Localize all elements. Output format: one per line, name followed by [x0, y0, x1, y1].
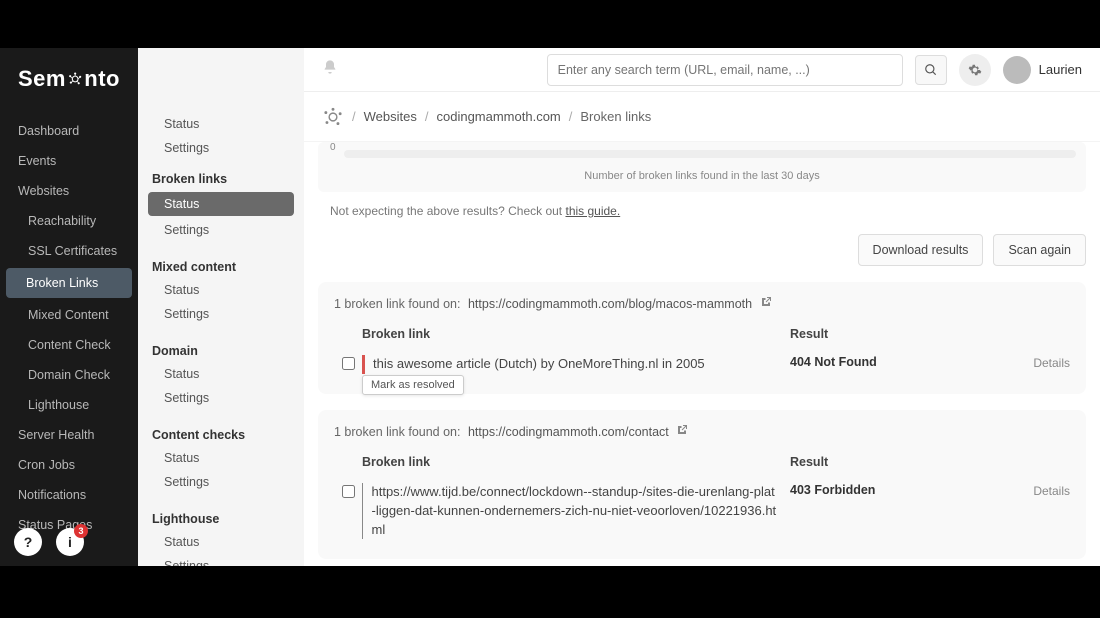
info-badge: 3	[74, 524, 88, 538]
nav-mixed-content[interactable]: Mixed Content	[0, 300, 138, 330]
chart-zero-label: 0	[330, 142, 336, 153]
sn-mixed-settings[interactable]: Settings	[138, 302, 304, 326]
table-row: https://www.tijd.be/connect/lockdown--st…	[334, 477, 1070, 546]
sn-group-brokenlinks: Broken links	[138, 166, 304, 190]
row-link-text[interactable]: https://www.tijd.be/connect/lockdown--st…	[371, 483, 790, 540]
sn-content-status[interactable]: Status	[138, 446, 304, 470]
external-link-icon[interactable]	[760, 297, 772, 311]
th-result: Result	[790, 455, 1010, 469]
nav-cron-jobs[interactable]: Cron Jobs	[0, 450, 138, 480]
bell-icon[interactable]	[322, 59, 338, 80]
scan-again-button[interactable]: Scan again	[993, 234, 1086, 266]
nav-server-health[interactable]: Server Health	[0, 420, 138, 450]
card-url: https://codingmammoth.com/blog/macos-mam…	[468, 297, 752, 311]
row-checkbox[interactable]	[342, 485, 355, 498]
sn-status-top[interactable]: Status	[138, 112, 304, 136]
gear-icon	[968, 63, 982, 77]
nav-reachability[interactable]: Reachability	[0, 206, 138, 236]
sn-group-content: Content checks	[138, 422, 304, 446]
settings-button[interactable]	[959, 54, 991, 86]
row-result: 403 Forbidden	[790, 483, 1010, 497]
chart-box: 0 Number of broken links found in the la…	[318, 142, 1086, 192]
chart-bar	[344, 150, 1076, 158]
guide-text: Not expecting the above results? Check o…	[330, 204, 1086, 218]
row-result: 404 Not Found	[790, 355, 1010, 369]
th-brokenlink: Broken link	[362, 455, 790, 469]
search-icon	[924, 63, 938, 77]
sn-domain-settings[interactable]: Settings	[138, 386, 304, 410]
crumb-websites[interactable]: Websites	[364, 109, 417, 124]
sn-settings-top[interactable]: Settings	[138, 136, 304, 160]
secondary-nav: Status Settings Broken links Status Sett…	[138, 48, 304, 566]
breadcrumb: / Websites / codingmammoth.com / Broken …	[304, 92, 1100, 142]
info-button[interactable]: i3	[56, 528, 84, 556]
nav-events[interactable]: Events	[0, 146, 138, 176]
nav-websites[interactable]: Websites	[0, 176, 138, 206]
nav-broken-links[interactable]: Broken Links	[6, 268, 132, 298]
nav-notifications[interactable]: Notifications	[0, 480, 138, 510]
breadcrumb-icon	[322, 106, 344, 128]
sn-group-lighthouse: Lighthouse	[138, 506, 304, 530]
table-row: this awesome article (Dutch) by OneMoreT…	[334, 349, 1070, 380]
search-box[interactable]	[547, 54, 903, 86]
external-link-icon[interactable]	[676, 425, 688, 439]
result-card: 1 broken link found on: https://codingma…	[318, 282, 1086, 394]
row-checkbox[interactable]	[342, 357, 355, 370]
logo-icon	[68, 69, 82, 89]
sn-group-domain: Domain	[138, 338, 304, 362]
crumb-current: Broken links	[580, 109, 651, 124]
nav-content-check[interactable]: Content Check	[0, 330, 138, 360]
brand-logo: Sem nto	[0, 48, 138, 116]
row-link-text[interactable]: this awesome article (Dutch) by OneMoreT…	[373, 355, 717, 374]
row-details-link[interactable]: Details	[1033, 484, 1070, 498]
th-brokenlink: Broken link	[362, 327, 790, 341]
result-card: 1 broken link found on: https://codingma…	[318, 410, 1086, 560]
help-button[interactable]: ?	[14, 528, 42, 556]
tooltip-mark-resolved: Mark as resolved	[362, 375, 464, 395]
sn-brokenlinks-status[interactable]: Status	[148, 192, 294, 216]
search-button[interactable]	[915, 55, 947, 85]
sn-mixed-status[interactable]: Status	[138, 278, 304, 302]
nav-ssl[interactable]: SSL Certificates	[0, 236, 138, 266]
nav-domain-check[interactable]: Domain Check	[0, 360, 138, 390]
download-results-button[interactable]: Download results	[858, 234, 984, 266]
sn-brokenlinks-settings[interactable]: Settings	[138, 218, 304, 242]
top-header: Laurien	[304, 48, 1100, 92]
chart-caption: Number of broken links found in the last…	[328, 170, 1076, 182]
crumb-site[interactable]: codingmammoth.com	[436, 109, 560, 124]
th-result: Result	[790, 327, 1010, 341]
sn-content-settings[interactable]: Settings	[138, 470, 304, 494]
avatar[interactable]	[1003, 56, 1031, 84]
nav-dashboard[interactable]: Dashboard	[0, 116, 138, 146]
primary-nav: Sem nto Dashboard Events Websites Reacha…	[0, 48, 138, 566]
nav-lighthouse[interactable]: Lighthouse	[0, 390, 138, 420]
sn-domain-status[interactable]: Status	[138, 362, 304, 386]
sn-lh-status[interactable]: Status	[138, 530, 304, 554]
search-input[interactable]	[548, 63, 902, 77]
status-bar	[362, 483, 363, 540]
status-bar	[362, 355, 365, 374]
card-count: 1 broken link found on:	[334, 297, 460, 311]
row-details-link[interactable]: Details	[1033, 356, 1070, 370]
card-url: https://codingmammoth.com/contact	[468, 425, 669, 439]
guide-link[interactable]: this guide.	[565, 204, 620, 218]
sn-lh-settings[interactable]: Settings	[138, 554, 304, 566]
card-count: 1 broken link found on:	[334, 425, 460, 439]
main-panel: Laurien / Websites / codingmammoth.com /…	[304, 48, 1100, 566]
username[interactable]: Laurien	[1039, 62, 1082, 77]
sn-group-mixed: Mixed content	[138, 254, 304, 278]
